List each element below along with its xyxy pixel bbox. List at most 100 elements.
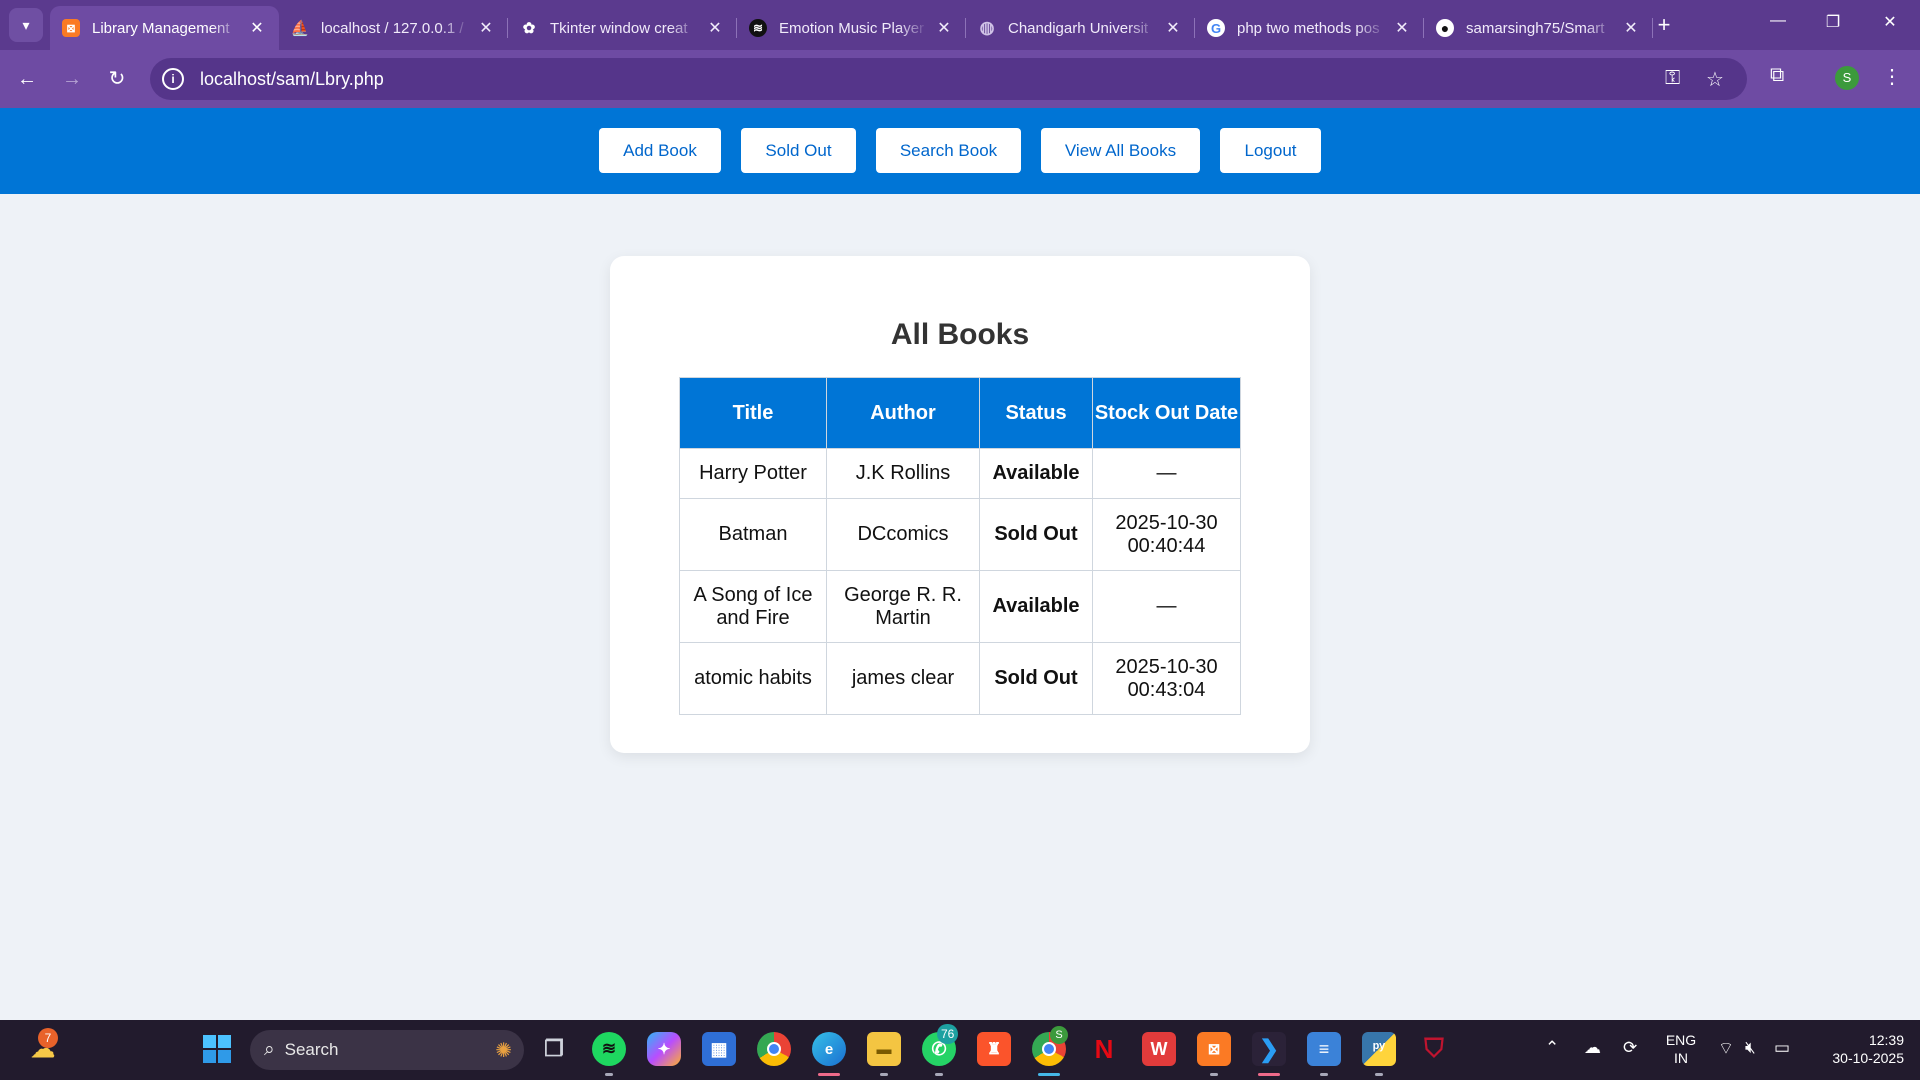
active-indicator [818,1073,840,1076]
column-header-status: Status [979,377,1093,449]
netflix-icon[interactable]: N [1087,1032,1121,1066]
clock[interactable]: 12:39 30-10-2025 [1810,1031,1910,1067]
cell-stock-out-date: 2025-10-30 00:40:44 [1092,498,1241,571]
cell-title: Batman [679,498,827,571]
tab-emotion-music[interactable]: ≋ Emotion Music Player ✕ [737,6,966,50]
close-icon[interactable]: ✕ [476,18,496,38]
browser-toolbar: ← → ↻ i localhost/sam/Lbry.php ⚿ ☆ ⧉ [0,50,1920,108]
chrome-center-icon [1042,1042,1056,1056]
cell-author: DCcomics [826,498,980,571]
tab-search-chevron-icon[interactable]: ▾ [9,8,43,42]
table-row: atomic habits james clear Sold Out 2025-… [679,642,1241,715]
spotify-icon: ≋ [749,19,767,37]
restore-icon[interactable]: ❐ [1818,12,1848,32]
close-icon[interactable]: ✕ [934,18,954,38]
windows-start-icon[interactable] [200,1032,234,1066]
search-book-button[interactable]: Search Book [876,128,1021,173]
cell-author: J.K Rollins [826,448,980,499]
onedrive-icon[interactable]: ☁ [1584,1038,1601,1058]
tab-library-management[interactable]: ⊠ Library Management ✕ [50,6,279,50]
wifi-icon[interactable]: ⌔ [1718,1038,1734,1059]
cell-author: George R. R. Martin [826,570,980,643]
cell-title: Harry Potter [679,448,827,499]
page-title: All Books [890,318,1030,351]
new-tab-plus-icon[interactable]: + [1650,12,1678,38]
chrome-center-icon [767,1042,781,1056]
tab-chandigarh[interactable]: ◍ Chandigarh Universit ✕ [966,6,1195,50]
view-all-books-button[interactable]: View All Books [1041,128,1200,173]
running-indicator [880,1073,888,1076]
close-icon[interactable]: ✕ [1621,18,1641,38]
cell-author: james clear [826,642,980,715]
window-close-icon[interactable]: ✕ [1875,12,1905,32]
menu-dots-icon[interactable]: ⋮ [1882,64,1902,89]
bookmark-star-icon[interactable]: ☆ [1706,67,1724,92]
add-book-button[interactable]: Add Book [599,128,721,173]
tab-title: php two methods pos [1237,19,1380,37]
logout-button[interactable]: Logout [1220,128,1321,173]
extensions-puzzle-icon[interactable]: ⧉ [1770,64,1784,87]
copilot-icon[interactable]: ✦ [647,1032,681,1066]
close-icon[interactable]: ✕ [705,18,725,38]
back-arrow-icon[interactable]: ← [12,64,42,94]
edge-icon[interactable]: e [812,1032,846,1066]
chatgpt-icon: ✿ [522,20,536,37]
chrome-icon[interactable] [757,1032,791,1066]
active-indicator [1038,1073,1060,1076]
tab-list: ⊠ Library Management ✕ ⛵ localhost / 127… [50,6,1653,50]
running-indicator [605,1073,613,1076]
vscode-icon[interactable]: ❯ [1252,1032,1286,1066]
tab-github[interactable]: ● samarsingh75/Smart ✕ [1424,6,1653,50]
task-view-icon[interactable]: ❐ [537,1032,571,1066]
status-badge: Sold Out [979,498,1093,571]
status-badge: Available [979,448,1093,499]
taskbar-search[interactable]: ⌕ Search ✺ [250,1030,524,1070]
sold-out-button[interactable]: Sold Out [741,128,856,173]
battery-icon[interactable]: ▭ [1774,1038,1790,1058]
reload-icon[interactable]: ↻ [102,64,132,94]
xampp-icon[interactable]: ⊠ [1197,1032,1231,1066]
tab-google-php[interactable]: G php two methods pos ✕ [1195,6,1424,50]
language-indicator[interactable]: ENG IN [1661,1031,1701,1067]
running-indicator [1375,1073,1383,1076]
forward-arrow-icon[interactable]: → [57,64,87,94]
tab-tkinter[interactable]: ✿ Tkinter window creat ✕ [508,6,737,50]
speaker-muted-icon[interactable]: 🔇︎ [1745,1038,1756,1058]
profile-avatar[interactable]: S [1835,66,1859,90]
clock-time: 12:39 [1868,1032,1904,1048]
sync-icon[interactable]: ⟳ [1623,1038,1637,1058]
region-code: IN [1674,1050,1688,1066]
address-bar[interactable]: i localhost/sam/Lbry.php ⚿ ☆ [150,58,1747,100]
cell-stock-out-date: 2025-10-30 00:43:04 [1092,642,1241,715]
running-indicator [935,1073,943,1076]
close-icon[interactable]: ✕ [247,18,267,38]
password-key-icon[interactable]: ⚿ [1665,67,1680,90]
tab-title: Tkinter window creat [550,19,688,37]
wps-office-icon[interactable]: W [1142,1032,1176,1066]
running-indicator [1210,1073,1218,1076]
close-icon[interactable]: ✕ [1163,18,1183,38]
books-card: All Books Title Author Status Stock Out … [610,256,1310,753]
close-icon[interactable]: ✕ [1392,18,1412,38]
app-nav-bar: Add Book Sold Out Search Book View All B… [0,108,1920,194]
notepad-icon[interactable]: ≡ [1307,1032,1341,1066]
table-header-row: Title Author Status Stock Out Date [679,377,1241,449]
tab-title: Emotion Music Player [779,19,925,37]
status-badge: Available [979,570,1093,643]
minimize-icon[interactable]: — [1763,12,1793,30]
microsoft-store-icon[interactable]: ▦ [702,1032,736,1066]
url-text[interactable]: localhost/sam/Lbry.php [200,69,384,90]
python-icon[interactable]: ᵖʸ [1362,1032,1396,1066]
active-indicator [1258,1073,1280,1076]
search-label: Search [284,1040,339,1059]
file-explorer-icon[interactable]: ▬ [867,1032,901,1066]
xampp-icon: ⊠ [62,19,80,37]
show-hidden-icons-chevron-icon[interactable]: ⌃ [1545,1038,1559,1058]
tab-phpmyadmin[interactable]: ⛵ localhost / 127.0.0.1 / ✕ [279,6,508,50]
tab-title: localhost / 127.0.0.1 / [321,19,464,37]
mcafee-icon[interactable]: ⛉ [1417,1032,1451,1066]
spotify-icon[interactable]: ≋ [592,1032,626,1066]
brave-icon[interactable]: ♜ [977,1032,1011,1066]
site-info-icon[interactable]: i [162,68,184,90]
table-row: Batman DCcomics Sold Out 2025-10-30 00:4… [679,498,1241,571]
